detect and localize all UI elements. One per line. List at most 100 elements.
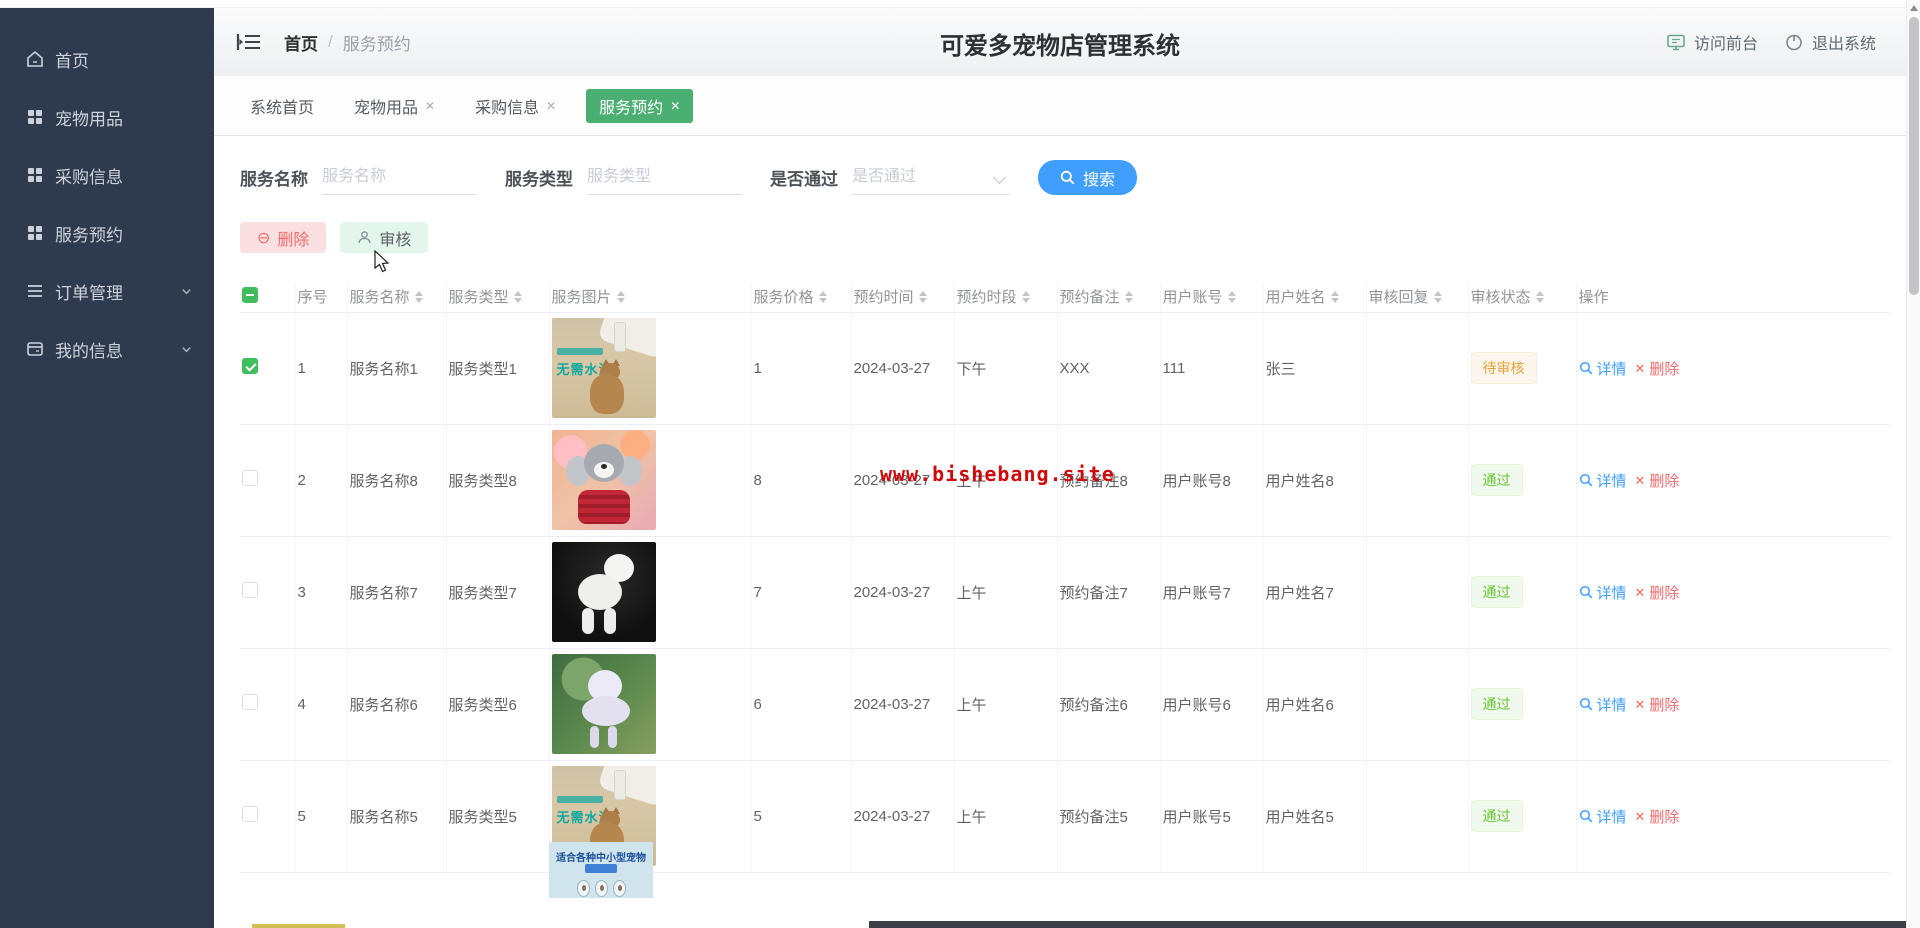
cell-index: 3 — [295, 536, 348, 649]
cell-price: 8 — [751, 424, 852, 537]
delete-link[interactable]: 删除 — [1635, 806, 1679, 827]
sort-icon[interactable] — [1021, 290, 1030, 303]
detail-link[interactable]: 详情 — [1579, 470, 1627, 491]
column-header[interactable]: 操作 — [1579, 286, 1609, 307]
cell-price: 6 — [751, 648, 852, 761]
table-toolbar: 删除 审核 — [240, 222, 429, 253]
close-icon[interactable] — [670, 97, 680, 115]
sidebar-item-pet-supplies[interactable]: 宠物用品 — [0, 88, 214, 146]
column-header[interactable]: 预约时段 — [957, 286, 1017, 307]
delete-link[interactable]: 删除 — [1635, 358, 1679, 379]
row-checkbox[interactable] — [242, 806, 258, 822]
tab-system-home[interactable]: 系统首页 — [240, 89, 324, 123]
tab-pet-supplies[interactable]: 宠物用品 — [344, 89, 445, 123]
sidebar-item-label: 首页 — [55, 51, 89, 71]
cell-date: 2024-03-27 — [851, 648, 955, 761]
magnifier-icon — [1579, 473, 1592, 487]
chevron-down-icon — [181, 286, 192, 297]
sort-icon[interactable] — [1124, 290, 1133, 303]
row-checkbox[interactable] — [242, 582, 258, 598]
scroll-up-arrow-icon[interactable] — [1910, 5, 1918, 11]
scrollbar-thumb[interactable] — [1908, 17, 1919, 295]
grid-icon — [25, 165, 45, 185]
row-checkbox[interactable] — [242, 358, 258, 374]
service-photo[interactable] — [551, 430, 656, 530]
sidebar-item-purchase-info[interactable]: 采购信息 — [0, 146, 214, 204]
visit-front-link[interactable]: 访问前台 — [1666, 30, 1758, 54]
service-photo[interactable]: 适合各种中小型宠物 — [549, 842, 653, 898]
breadcrumb-home[interactable]: 首页 — [284, 30, 318, 55]
column-header[interactable]: 审核回复 — [1369, 286, 1429, 307]
cell-username: 用户姓名8 — [1263, 424, 1367, 537]
sort-icon[interactable] — [1227, 290, 1236, 303]
sidebar: 首页 宠物用品 采购信息 服务预约 订单管理 我的信息 — [0, 8, 214, 928]
row-checkbox[interactable] — [242, 694, 258, 710]
select-all-checkbox[interactable] — [242, 286, 258, 303]
home-icon — [25, 49, 45, 69]
status-badge: 通过 — [1470, 688, 1523, 720]
table-header-row: 序号 服务名称 服务类型 服务图片 服务价格 预约时间 预约时段 预约备注 用户… — [240, 282, 1890, 313]
close-icon[interactable] — [425, 97, 435, 115]
detail-link[interactable]: 详情 — [1579, 694, 1627, 715]
column-header[interactable]: 服务名称 — [350, 286, 410, 307]
sidebar-item-home[interactable]: 首页 — [0, 30, 214, 88]
service-photo[interactable] — [551, 542, 656, 642]
column-header[interactable]: 用户账号 — [1163, 286, 1223, 307]
x-icon — [1635, 584, 1646, 601]
tab-purchase-info[interactable]: 采购信息 — [465, 89, 566, 123]
cell-service-type: 服务类型7 — [446, 536, 550, 649]
tab-service-booking[interactable]: 服务预约 — [586, 88, 694, 123]
service-type-label: 服务类型 — [505, 170, 573, 189]
sort-icon[interactable] — [1330, 290, 1339, 303]
filter-bar: 服务名称 服务类型 是否通过 搜索 — [240, 160, 1138, 195]
detail-link[interactable]: 详情 — [1579, 582, 1627, 603]
delete-link[interactable]: 删除 — [1635, 694, 1679, 715]
vertical-scrollbar[interactable] — [1906, 0, 1920, 928]
column-header[interactable]: 预约时间 — [854, 286, 914, 307]
sort-icon[interactable] — [918, 290, 927, 303]
sidebar-item-order-management[interactable]: 订单管理 — [0, 262, 214, 320]
column-header[interactable]: 服务图片 — [552, 286, 612, 307]
cell-account: 用户账号7 — [1160, 536, 1264, 649]
column-header[interactable]: 用户姓名 — [1266, 286, 1326, 307]
breadcrumb-current: 服务预约 — [342, 34, 411, 54]
pass-status-select[interactable] — [852, 160, 1010, 195]
detail-link[interactable]: 详情 — [1579, 806, 1627, 827]
column-header[interactable]: 预约备注 — [1060, 286, 1120, 307]
row-checkbox[interactable] — [242, 470, 258, 486]
table-row: 3 服务名称7 服务类型7 7 2024-03-27 上午 预约备注7 用户账号… — [240, 536, 1890, 649]
sidebar-item-service-booking[interactable]: 服务预约 — [0, 204, 214, 262]
detail-link[interactable]: 详情 — [1579, 358, 1627, 379]
sort-icon[interactable] — [818, 290, 827, 303]
sort-icon[interactable] — [513, 290, 522, 303]
audit-button[interactable]: 审核 — [340, 222, 429, 253]
delete-link[interactable]: 删除 — [1635, 582, 1679, 603]
magnifier-icon — [1579, 697, 1592, 711]
sidebar-item-my-info[interactable]: 我的信息 — [0, 320, 214, 378]
cell-username: 用户姓名6 — [1263, 648, 1367, 761]
service-name-input[interactable] — [322, 160, 477, 195]
sort-icon[interactable] — [414, 290, 423, 303]
column-header[interactable]: 服务价格 — [754, 286, 814, 307]
cell-date: 2024-03-27 — [851, 536, 955, 649]
pass-status-select-input[interactable] — [852, 160, 1010, 195]
sort-icon[interactable] — [616, 290, 625, 303]
delete-link[interactable]: 删除 — [1635, 470, 1679, 491]
column-header[interactable]: 审核状态 — [1471, 286, 1531, 307]
service-photo[interactable]: 无需水洗 — [551, 318, 656, 418]
column-header[interactable]: 序号 — [298, 286, 328, 307]
grid-icon — [25, 223, 45, 243]
logout-link[interactable]: 退出系统 — [1784, 30, 1876, 54]
search-button[interactable]: 搜索 — [1038, 160, 1138, 195]
column-header[interactable]: 服务类型 — [449, 286, 509, 307]
breadcrumb-separator: / — [328, 32, 333, 51]
collapse-menu-icon[interactable] — [236, 31, 262, 53]
service-type-input[interactable] — [587, 160, 742, 195]
sort-icon[interactable] — [1535, 290, 1544, 303]
delete-button[interactable]: 删除 — [240, 222, 327, 253]
close-icon[interactable] — [546, 97, 556, 115]
cell-account: 用户账号6 — [1160, 648, 1264, 761]
cell-index: 2 — [295, 424, 348, 537]
sort-icon[interactable] — [1433, 290, 1442, 303]
service-photo[interactable] — [551, 654, 656, 754]
